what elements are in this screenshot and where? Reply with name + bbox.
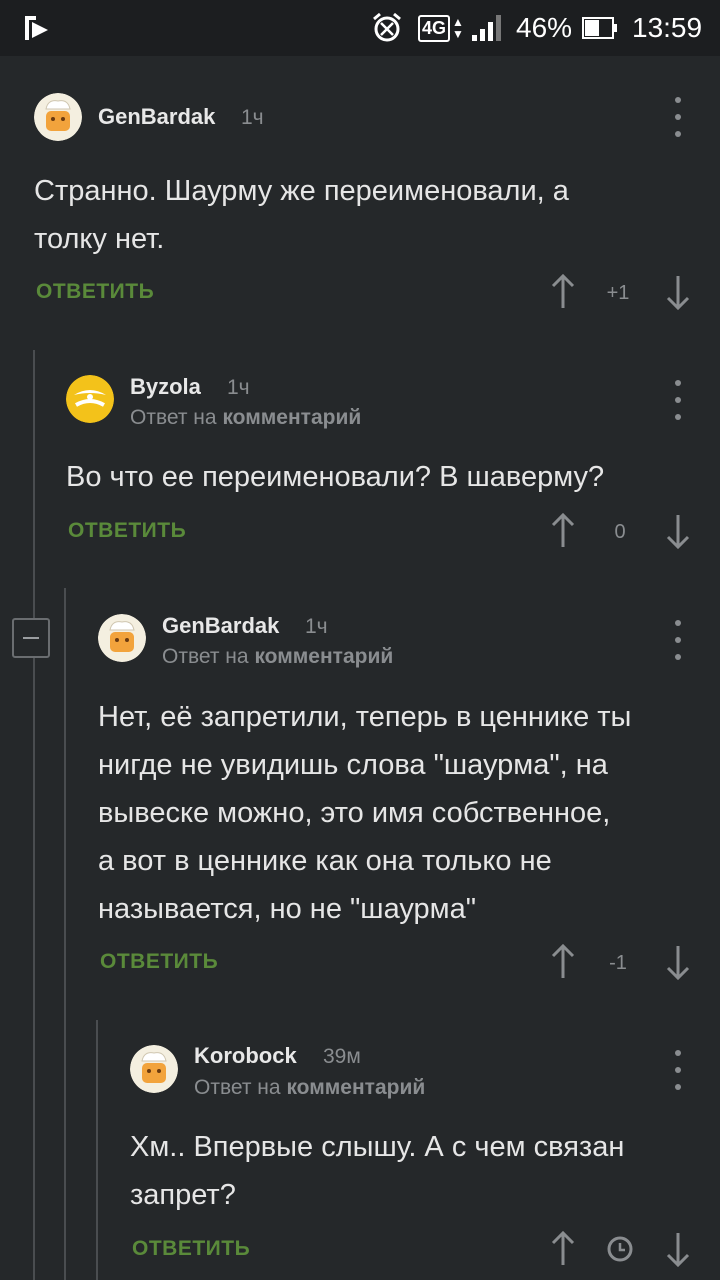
- collapse-thread-button[interactable]: [12, 618, 50, 658]
- downvote-icon[interactable]: [665, 1231, 691, 1267]
- minus-icon: [23, 637, 39, 639]
- avatar[interactable]: [66, 375, 114, 423]
- avatar[interactable]: [98, 614, 146, 662]
- comment-text-line: называется, но не "шаурма": [98, 893, 477, 925]
- comment-time: 39м: [323, 1045, 361, 1068]
- comment-time: 1ч: [227, 376, 250, 399]
- reply-button[interactable]: ОТВЕТИТЬ: [100, 950, 218, 974]
- comment-text-line: Во что ее переименовали? В шаверму?: [66, 461, 605, 493]
- alarm-icon: [370, 0, 404, 56]
- signal-icon: [470, 0, 506, 56]
- upvote-icon[interactable]: [550, 274, 576, 310]
- reply-button[interactable]: ОТВЕТИТЬ: [36, 280, 154, 304]
- reply-button[interactable]: ОТВЕТИТЬ: [68, 519, 186, 543]
- comment-text: Странно. Шаурму же переименовали, а толк…: [34, 167, 674, 263]
- comment-text-line: запрет?: [130, 1179, 236, 1211]
- comment-text: Хм.. Впервые слышу. А с чем связан запре…: [130, 1123, 710, 1219]
- comment-text-line: вывеске можно, это имя собственное,: [98, 797, 611, 829]
- vote-score: +1: [606, 282, 630, 304]
- thread-line-3: [96, 1020, 98, 1280]
- author-name[interactable]: Byzola: [130, 374, 201, 400]
- comment-text-line: Хм.. Впервые слышу. А с чем связан: [130, 1131, 625, 1163]
- downvote-icon[interactable]: [665, 944, 691, 980]
- reply-to-link[interactable]: Ответ на комментарий: [130, 406, 361, 430]
- avatar[interactable]: [34, 93, 82, 141]
- upvote-icon[interactable]: [550, 1231, 576, 1267]
- clock: 13:59: [632, 12, 703, 43]
- author-name[interactable]: GenBardak: [98, 104, 215, 130]
- notification-icon: [22, 0, 52, 56]
- network-badge: 4G ▲ ▼: [418, 0, 464, 56]
- reply-to-link[interactable]: Ответ на комментарий: [194, 1076, 425, 1100]
- status-bar: 4G ▲ ▼ 46% 13:59: [0, 0, 720, 56]
- comment-text: Во что ее переименовали? В шаверму?: [66, 453, 666, 501]
- battery-icon: [582, 0, 618, 56]
- upvote-icon[interactable]: [550, 944, 576, 980]
- vote-score: 0: [614, 521, 626, 543]
- upvote-icon[interactable]: [550, 513, 576, 549]
- comment-text: Нет, её запретили, теперь в ценнике ты н…: [98, 693, 708, 933]
- vote-score: -1: [609, 952, 627, 974]
- author-name[interactable]: GenBardak: [162, 613, 279, 639]
- author-name[interactable]: Korobock: [194, 1043, 297, 1069]
- battery-percent: 46%: [516, 12, 573, 43]
- comment-time: 1ч: [241, 106, 264, 129]
- more-options-icon[interactable]: [666, 380, 690, 420]
- comment-text-line: Странно. Шаурму же переименовали, а: [34, 175, 569, 207]
- more-options-icon[interactable]: [666, 620, 690, 660]
- comment-text-line: нигде не увидишь слова "шаурма", на: [98, 749, 608, 781]
- comment-text-line: толку нет.: [34, 223, 165, 255]
- comment-time: 1ч: [305, 615, 328, 638]
- clock-icon: [607, 1236, 633, 1262]
- comment-text-line: а вот в ценнике как она только не: [98, 845, 552, 877]
- downvote-icon[interactable]: [665, 274, 691, 310]
- reply-button[interactable]: ОТВЕТИТЬ: [132, 1237, 250, 1261]
- comment-text-line: Нет, её запретили, теперь в ценнике ты: [98, 701, 632, 733]
- thread-line-1: [33, 350, 35, 1280]
- more-options-icon[interactable]: [666, 1050, 690, 1090]
- downvote-icon[interactable]: [665, 513, 691, 549]
- more-options-icon[interactable]: [666, 97, 690, 137]
- reply-to-link[interactable]: Ответ на комментарий: [162, 645, 393, 669]
- thread-line-2: [64, 588, 66, 1280]
- avatar[interactable]: [130, 1045, 178, 1093]
